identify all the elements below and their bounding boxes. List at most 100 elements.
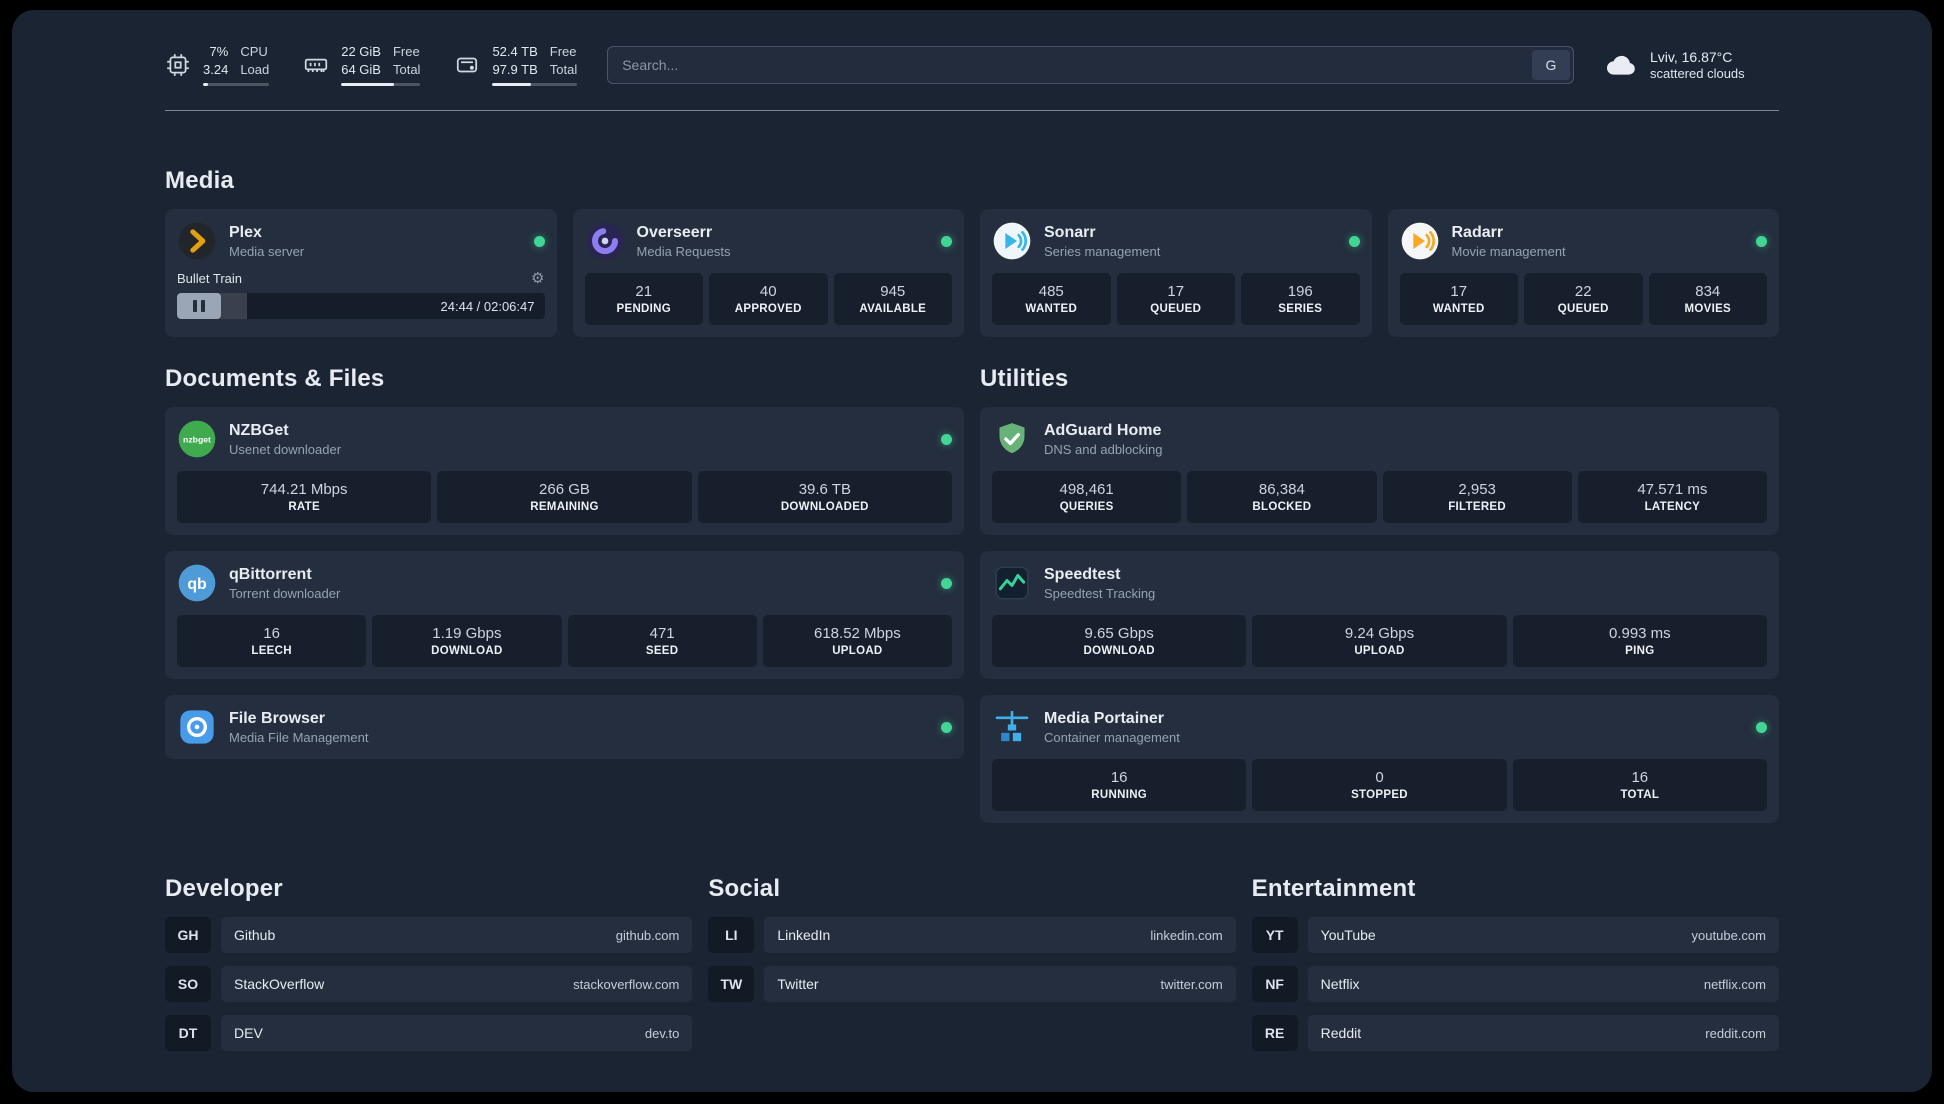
stat-value: 17 bbox=[1167, 283, 1185, 300]
bookmark-reddit[interactable]: RE Reddit reddit.com bbox=[1251, 1015, 1779, 1051]
stat-value: 9.24 Gbps bbox=[1344, 625, 1415, 642]
stat-value: 744.21 Mbps bbox=[260, 481, 348, 498]
service-name: File Browser bbox=[229, 709, 326, 727]
service-desc: Usenet downloader bbox=[229, 441, 342, 457]
stat-tile: 744.21 Mbps RATE bbox=[177, 471, 432, 523]
bookmark-dev[interactable]: DT DEV dev.to bbox=[165, 1015, 693, 1051]
memory-icon bbox=[305, 58, 328, 73]
cpu-load-value: 3.24 bbox=[203, 61, 229, 77]
cloud-icon bbox=[1606, 55, 1635, 75]
stat-value: 266 GB bbox=[539, 481, 590, 498]
stat-tile: 17 WANTED bbox=[1399, 273, 1518, 325]
stat-value: 834 bbox=[1695, 283, 1721, 300]
bookmark-domain: netflix.com bbox=[1703, 976, 1766, 992]
stat-tile: 16 TOTAL bbox=[1512, 759, 1767, 811]
stat-label: BLOCKED bbox=[1252, 501, 1312, 513]
disk-progress-bar bbox=[492, 83, 578, 87]
gear-icon[interactable]: ⚙ bbox=[531, 271, 544, 286]
section-documents: Documents & Files nzbget NZBGet Usenet d… bbox=[165, 365, 964, 823]
bookmark-name: StackOverflow bbox=[234, 976, 325, 992]
cpu-load-label: Load bbox=[240, 61, 270, 77]
stat-value: 0 bbox=[1375, 769, 1384, 786]
service-name: Sonarr bbox=[1044, 223, 1096, 241]
section-utilities: Utilities AdGuard Home DNS and adblockin… bbox=[980, 365, 1779, 823]
disk-icon bbox=[457, 57, 478, 73]
service-card-radarr[interactable]: Radarr Movie management 17 WANTED 22 QUE… bbox=[1387, 209, 1779, 337]
filebrowser-icon bbox=[180, 710, 214, 744]
stat-tile: 1.19 Gbps DOWNLOAD bbox=[372, 615, 562, 667]
service-card-nzbget[interactable]: nzbget NZBGet Usenet downloader 744.21 M… bbox=[165, 407, 964, 535]
stat-value: 16 bbox=[263, 625, 280, 642]
bookmark-twitter[interactable]: TW Twitter twitter.com bbox=[708, 966, 1236, 1002]
search-provider-button[interactable]: G bbox=[1532, 50, 1570, 80]
service-card-sonarr[interactable]: Sonarr Series management 485 WANTED 17 Q… bbox=[980, 209, 1372, 337]
stat-value: 47.571 ms bbox=[1637, 481, 1708, 498]
service-card-filebrowser[interactable]: File Browser Media File Management bbox=[165, 695, 964, 759]
stat-tile: 40 APPROVED bbox=[709, 273, 828, 325]
service-name: Media Portainer bbox=[1044, 709, 1165, 727]
bookmark-linkedin[interactable]: LI LinkedIn linkedin.com bbox=[708, 917, 1236, 953]
status-dot bbox=[1756, 721, 1767, 733]
service-card-speedtest[interactable]: Speedtest Speedtest Tracking 9.65 Gbps D… bbox=[980, 551, 1779, 679]
bookmark-domain: dev.to bbox=[644, 1025, 680, 1041]
disk-free-value: 52.4 TB bbox=[492, 43, 538, 59]
stat-label: TOTAL bbox=[1620, 789, 1660, 801]
service-card-portainer[interactable]: Media Portainer Container management 16 … bbox=[980, 695, 1779, 823]
bookmark-abbr: SO bbox=[165, 966, 211, 1002]
weather-widget: Lviv, 16.87°C scattered clouds bbox=[1604, 49, 1779, 81]
service-card-adguard[interactable]: AdGuard Home DNS and adblocking 498,461 … bbox=[980, 407, 1779, 535]
service-name: Plex bbox=[229, 223, 262, 241]
bookmark-domain: github.com bbox=[615, 927, 680, 943]
bookmark-youtube[interactable]: YT YouTube youtube.com bbox=[1251, 917, 1779, 953]
bookmark-abbr: LI bbox=[708, 917, 755, 953]
bookmark-stackoverflow[interactable]: SO StackOverflow stackoverflow.com bbox=[165, 966, 693, 1002]
service-desc: Torrent downloader bbox=[229, 585, 341, 601]
service-desc: Movie management bbox=[1451, 243, 1566, 259]
cpu-progress-bar bbox=[203, 83, 270, 87]
stat-tile: 16 LEECH bbox=[177, 615, 367, 667]
topbar-divider bbox=[165, 110, 1779, 111]
bookmark-netflix[interactable]: NF Netflix netflix.com bbox=[1251, 966, 1779, 1002]
stat-label: QUERIES bbox=[1059, 501, 1114, 513]
status-dot bbox=[533, 235, 545, 247]
stat-tile: 16 RUNNING bbox=[992, 759, 1247, 811]
stat-value: 1.19 Gbps bbox=[432, 625, 502, 642]
stat-tile: 266 GB REMAINING bbox=[437, 471, 692, 523]
service-card-qbittorrent[interactable]: qb qBittorrent Torrent downloader 16 LEE… bbox=[165, 551, 964, 679]
service-name: NZBGet bbox=[229, 421, 289, 439]
sonarr-icon bbox=[993, 222, 1031, 260]
bookmark-domain: reddit.com bbox=[1705, 1025, 1766, 1041]
stat-label: QUEUED bbox=[1557, 303, 1609, 315]
stat-label: PING bbox=[1625, 645, 1655, 657]
bookmark-github[interactable]: GH Github github.com bbox=[165, 917, 693, 953]
stat-label: PENDING bbox=[616, 303, 671, 315]
service-desc: Media File Management bbox=[229, 729, 369, 745]
service-card-plex[interactable]: Plex Media server Bullet Train ⚙ 24:44 /… bbox=[165, 209, 557, 337]
disk-total-label: Total bbox=[549, 61, 578, 77]
bookmark-name: Reddit bbox=[1320, 1025, 1362, 1041]
service-desc: Media Requests bbox=[636, 243, 731, 259]
stat-label: APPROVED bbox=[734, 303, 802, 315]
memory-progress-bar bbox=[341, 83, 421, 87]
cpu-usage-label: CPU bbox=[240, 43, 268, 59]
stat-label: LATENCY bbox=[1644, 501, 1701, 513]
search-input[interactable] bbox=[607, 46, 1574, 84]
stat-tile: 21 PENDING bbox=[584, 273, 703, 325]
stat-value: 21 bbox=[635, 283, 653, 300]
bookmark-name: Netflix bbox=[1320, 976, 1360, 992]
service-desc: DNS and adblocking bbox=[1044, 441, 1163, 457]
pause-button[interactable] bbox=[177, 293, 221, 319]
service-card-overseerr[interactable]: Overseerr Media Requests 21 PENDING 40 A… bbox=[572, 209, 964, 337]
service-desc: Series management bbox=[1044, 243, 1161, 259]
stat-tile: 47.571 ms LATENCY bbox=[1577, 471, 1767, 523]
bookmark-abbr: DT bbox=[165, 1015, 211, 1051]
stat-tile: 9.24 Gbps UPLOAD bbox=[1252, 615, 1507, 667]
stat-value: 39.6 TB bbox=[798, 481, 851, 498]
stat-tile: 86,384 BLOCKED bbox=[1187, 471, 1377, 523]
service-name: qBittorrent bbox=[229, 565, 312, 583]
stat-tile: 498,461 QUERIES bbox=[992, 471, 1182, 523]
stat-tile: 9.65 Gbps DOWNLOAD bbox=[992, 615, 1247, 667]
stat-value: 40 bbox=[759, 283, 777, 300]
nzbget-icon: nzbget bbox=[178, 420, 216, 458]
playback-progress-bar[interactable]: 24:44 / 02:06:47 bbox=[177, 293, 545, 319]
